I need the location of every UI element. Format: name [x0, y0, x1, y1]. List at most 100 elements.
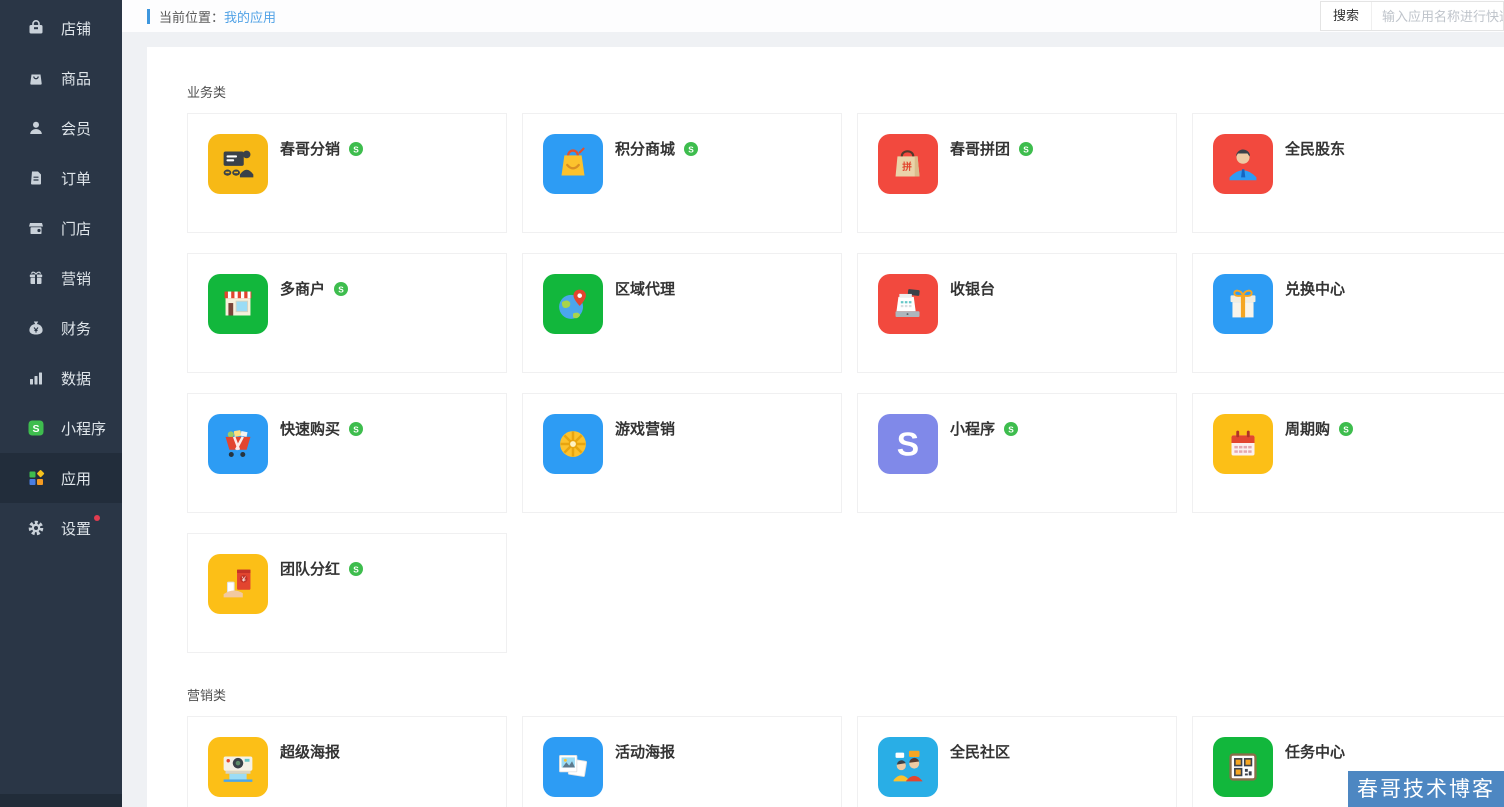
sidebar-item-order[interactable]: 订单: [0, 153, 122, 203]
app-title: 全民股东: [1285, 138, 1345, 159]
app-card-points-mall[interactable]: 积分商城S: [522, 113, 842, 233]
sidebar-item-label: 会员: [61, 118, 91, 139]
quick-buy-icon: [208, 414, 268, 474]
cashier-icon: [878, 274, 938, 334]
community-icon: [878, 737, 938, 797]
miniprogram-icon: S: [27, 419, 45, 437]
app-card-distribution[interactable]: 春哥分销 S: [187, 113, 507, 233]
app-title: 全民社区: [950, 741, 1010, 762]
miniprogram-app-icon: S: [878, 414, 938, 474]
app-title: 游戏营销: [615, 418, 675, 439]
app-title: 春哥拼团: [950, 138, 1010, 159]
sidebar-item-label: 应用: [61, 468, 91, 489]
svg-text:拼: 拼: [902, 161, 912, 173]
app-card-game-marketing[interactable]: 游戏营销: [522, 393, 842, 513]
app-card-team-bonus[interactable]: ¥ 团队分红 S: [187, 533, 507, 653]
app-section: 营销类超级海报 活动海报 全民社区 任务中心: [187, 685, 1504, 807]
sidebar-nav: 店铺商品会员订单门店营销财务数据 S小程序应用设置: [0, 0, 122, 553]
svg-text:S: S: [1343, 424, 1349, 434]
sidebar-item-data[interactable]: 数据: [0, 353, 122, 403]
groupbuy-icon: 拼: [878, 134, 938, 194]
miniprogram-badge-icon: S: [334, 282, 348, 296]
game-marketing-icon: [543, 414, 603, 474]
multi-merchant-icon: [208, 274, 268, 334]
svg-text:S: S: [338, 284, 344, 294]
svg-text:S: S: [32, 423, 39, 435]
miniprogram-badge-icon: S: [684, 142, 698, 156]
miniprogram-badge-icon: S: [1019, 142, 1033, 156]
goods-icon: [27, 69, 45, 87]
section-title: 业务类: [187, 82, 1504, 101]
sidebar-item-finance[interactable]: 财务: [0, 303, 122, 353]
sidebar-item-member[interactable]: 会员: [0, 103, 122, 153]
app-title: 春哥分销: [280, 138, 340, 159]
notification-dot: [94, 515, 100, 521]
app-title: 团队分红: [280, 558, 340, 579]
app-card-region-agent[interactable]: 区域代理: [522, 253, 842, 373]
sidebar-item-shop[interactable]: 门店: [0, 203, 122, 253]
miniprogram-badge-icon: S: [1339, 422, 1353, 436]
data-icon: [27, 369, 45, 387]
app-card-cycle-buy[interactable]: 周期购 S: [1192, 393, 1504, 513]
app-card-quick-buy[interactable]: 快速购买S: [187, 393, 507, 513]
sidebar: 店铺商品会员订单门店营销财务数据 S小程序应用设置: [0, 0, 122, 807]
shop-icon: [27, 219, 45, 237]
app-card-super-poster[interactable]: 超级海报: [187, 716, 507, 807]
svg-text:S: S: [688, 144, 694, 154]
breadcrumb-link-my-apps[interactable]: 我的应用: [224, 7, 276, 26]
sidebar-item-label: 订单: [61, 168, 91, 189]
apps-icon: [27, 469, 45, 487]
app-card-community[interactable]: 全民社区: [857, 716, 1177, 807]
app-title: 兑换中心: [1285, 278, 1345, 299]
marketing-icon: [27, 269, 45, 287]
sidebar-item-label: 数据: [61, 368, 91, 389]
exchange-icon: [1213, 274, 1273, 334]
search-button[interactable]: 搜索: [1321, 2, 1372, 30]
svg-text:S: S: [353, 564, 359, 574]
app-card-exchange[interactable]: 兑换中心: [1192, 253, 1504, 373]
app-title: 周期购: [1285, 418, 1330, 439]
sidebar-item-apps[interactable]: 应用: [0, 453, 122, 503]
app-grid: 超级海报 活动海报 全民社区 任务中心: [187, 716, 1504, 807]
app-card-groupbuy[interactable]: 拼 春哥拼团 S: [857, 113, 1177, 233]
shareholder-icon: [1213, 134, 1273, 194]
region-agent-icon: [543, 274, 603, 334]
apps-panel: 业务类春哥分销S积分商城S拼春哥拼团S全民股东多商户S区域代理收银台兑换中心快速…: [147, 47, 1504, 807]
app-search-box: 搜索: [1320, 1, 1504, 31]
sidebar-item-label: 店铺: [61, 18, 91, 39]
sidebar-item-miniprogram[interactable]: S小程序: [0, 403, 122, 453]
sidebar-footer: [0, 794, 122, 807]
settings-icon: [27, 519, 45, 537]
topbar: 当前位置： 我的应用 搜索: [122, 0, 1504, 32]
section-title: 营销类: [187, 685, 1504, 704]
sidebar-item-goods[interactable]: 商品: [0, 53, 122, 103]
miniprogram-badge-icon: S: [349, 142, 363, 156]
finance-icon: [27, 319, 45, 337]
member-icon: [27, 119, 45, 137]
app-title: 任务中心: [1285, 741, 1345, 762]
search-input[interactable]: [1372, 9, 1503, 24]
sidebar-item-store[interactable]: 店铺: [0, 3, 122, 53]
app-title: 小程序: [950, 418, 995, 439]
sidebar-item-settings[interactable]: 设置: [0, 503, 122, 553]
activity-poster-icon: [543, 737, 603, 797]
breadcrumb-label: 当前位置：: [159, 7, 224, 26]
order-icon: [27, 169, 45, 187]
miniprogram-badge-icon: S: [349, 422, 363, 436]
svg-text:¥: ¥: [242, 576, 246, 584]
app-card-cashier[interactable]: 收银台: [857, 253, 1177, 373]
svg-text:S: S: [897, 427, 919, 464]
points-mall-icon: [543, 134, 603, 194]
miniprogram-badge-icon: S: [349, 562, 363, 576]
watermark: 春哥技术博客: [1348, 771, 1504, 807]
app-card-activity-poster[interactable]: 活动海报: [522, 716, 842, 807]
app-title: 活动海报: [615, 741, 675, 762]
super-poster-icon: [208, 737, 268, 797]
cycle-buy-icon: [1213, 414, 1273, 474]
app-grid: 春哥分销S积分商城S拼春哥拼团S全民股东多商户S区域代理收银台兑换中心快速购买S…: [187, 113, 1504, 673]
app-title: 区域代理: [615, 278, 675, 299]
app-card-multi-merchant[interactable]: 多商户S: [187, 253, 507, 373]
sidebar-item-marketing[interactable]: 营销: [0, 253, 122, 303]
app-card-shareholder[interactable]: 全民股东: [1192, 113, 1504, 233]
app-card-miniprogram-app[interactable]: S小程序S: [857, 393, 1177, 513]
